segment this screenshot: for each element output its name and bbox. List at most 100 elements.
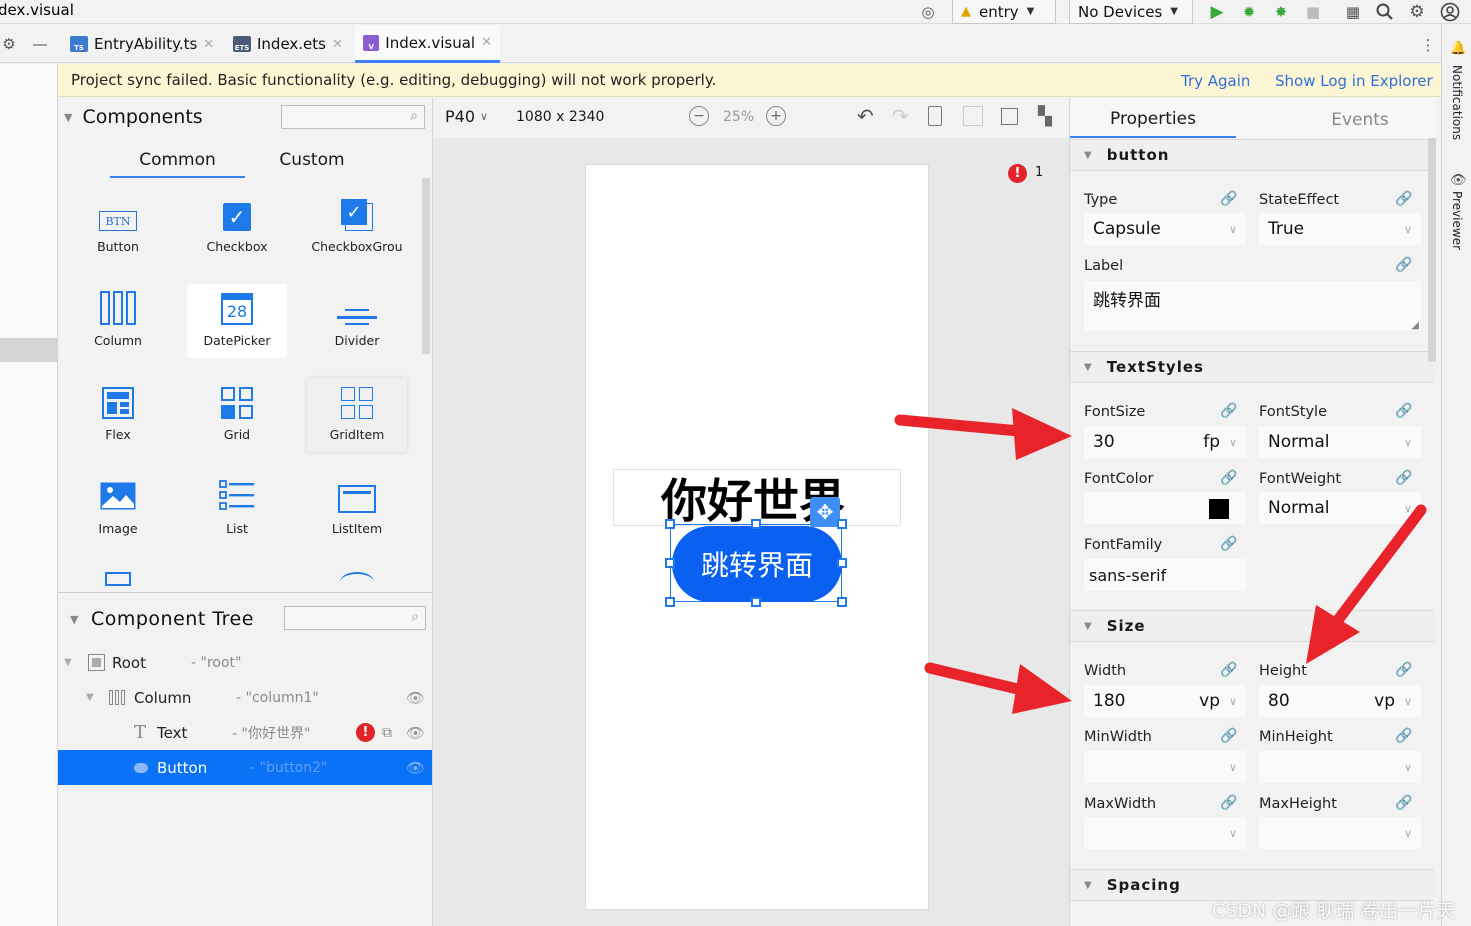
frame-icon[interactable]: [1001, 108, 1018, 125]
component-list[interactable]: List: [187, 472, 287, 546]
component-grid[interactable]: Grid: [187, 378, 287, 452]
link-icon[interactable]: 🔗: [1395, 403, 1412, 419]
button-component[interactable]: 跳转界面: [672, 526, 842, 602]
tab-common[interactable]: Common: [110, 150, 245, 178]
eye-icon[interactable]: 👁: [406, 689, 425, 707]
collapse-triangle-icon[interactable]: ▼: [64, 111, 72, 124]
component-listitem[interactable]: ListItem: [307, 472, 407, 546]
maxwidth-input[interactable]: ∨: [1084, 817, 1246, 849]
error-icon[interactable]: !: [1008, 164, 1027, 183]
tree-row-column[interactable]: ▼ Column - "column1" 👁: [58, 680, 432, 715]
resize-handle[interactable]: [837, 558, 847, 568]
more-icon[interactable]: ⋮: [1418, 33, 1438, 57]
tab-index-visual[interactable]: V Index.visual ✕: [355, 25, 500, 63]
resize-handle[interactable]: [751, 519, 761, 529]
tab-events[interactable]: Events: [1290, 102, 1430, 138]
link-icon[interactable]: 🔗: [1395, 470, 1412, 486]
gear-icon[interactable]: ⚙: [1405, 0, 1429, 24]
move-handle-icon[interactable]: ✥: [810, 497, 840, 527]
resize-handle[interactable]: [665, 597, 675, 607]
link-icon[interactable]: 🔗: [1220, 795, 1237, 811]
components-search-input[interactable]: ⌕: [281, 105, 425, 129]
minheight-input[interactable]: ∨: [1259, 751, 1421, 783]
resize-handle[interactable]: [837, 597, 847, 607]
section-button[interactable]: ▼ button: [1070, 139, 1434, 171]
redo-icon[interactable]: ↷: [892, 104, 909, 128]
run-icon[interactable]: ▶: [1205, 0, 1229, 24]
chevron-down-icon[interactable]: ∨: [1229, 436, 1237, 449]
device-select[interactable]: P40 ∨: [445, 107, 488, 126]
tree-row-text[interactable]: T Text - "你好世界" ! ⧉ 👁: [58, 715, 432, 750]
chevron-down-icon[interactable]: ∨: [1404, 695, 1412, 708]
tree-row-root[interactable]: ▼ Root - "root": [58, 645, 432, 680]
close-icon[interactable]: ✕: [203, 37, 214, 52]
module-select[interactable]: ▲ entry ▼: [952, 0, 1056, 24]
close-icon[interactable]: ✕: [332, 37, 343, 52]
gear-icon[interactable]: ⚙: [0, 33, 18, 55]
label-textarea[interactable]: 跳转界面 ◢: [1084, 281, 1421, 331]
try-again-link[interactable]: Try Again: [1181, 64, 1250, 97]
component-griditem[interactable]: GridItem: [307, 378, 407, 452]
maxheight-input[interactable]: ∨: [1259, 817, 1421, 849]
fontweight-select[interactable]: Normal ∨: [1259, 492, 1421, 524]
color-swatch[interactable]: [1209, 499, 1229, 519]
fontcolor-input[interactable]: [1084, 492, 1246, 524]
link-icon[interactable]: 🔗: [1220, 662, 1237, 678]
copy-icon[interactable]: ⧉: [382, 725, 392, 741]
stateeffect-select[interactable]: True ∨: [1259, 213, 1421, 245]
section-textstyles[interactable]: ▼ TextStyles: [1070, 351, 1434, 383]
component-column[interactable]: Column: [68, 284, 168, 358]
previewer-tab[interactable]: Previewer: [1450, 191, 1464, 250]
section-size[interactable]: ▼ Size: [1070, 610, 1434, 642]
undo-icon[interactable]: ↶: [857, 104, 874, 128]
chevron-down-icon[interactable]: ∨: [1229, 827, 1237, 840]
component-datepicker[interactable]: 28 DatePicker: [187, 284, 287, 358]
multi-device-icon[interactable]: [963, 106, 983, 126]
resize-handle[interactable]: [837, 519, 847, 529]
collapse-triangle-icon[interactable]: ▼: [70, 613, 79, 626]
component-flex[interactable]: Flex: [68, 378, 168, 452]
collapse-triangle-icon[interactable]: ▼: [64, 657, 72, 668]
components-scrollbar[interactable]: [422, 178, 430, 354]
link-icon[interactable]: 🔗: [1395, 257, 1412, 273]
properties-scrollbar[interactable]: [1428, 138, 1436, 362]
fontsize-input[interactable]: 30 fp ∨: [1084, 426, 1246, 458]
zoom-out-icon[interactable]: −: [689, 106, 709, 126]
resize-grip-icon[interactable]: ◢: [1411, 320, 1419, 331]
target-icon[interactable]: ◎: [916, 0, 940, 24]
fontfamily-input[interactable]: sans-serif: [1084, 559, 1246, 591]
fontstyle-select[interactable]: Normal ∨: [1259, 426, 1421, 458]
component-tree-header[interactable]: ▼ Component Tree: [70, 606, 254, 632]
chevron-down-icon[interactable]: ∨: [1404, 761, 1412, 774]
layout-icon[interactable]: ▚: [1038, 106, 1052, 127]
tab-custom[interactable]: Custom: [258, 150, 366, 178]
component-divider[interactable]: Divider: [307, 284, 407, 358]
chevron-down-icon[interactable]: ∨: [1229, 761, 1237, 774]
eye-icon[interactable]: 👁: [1450, 173, 1467, 188]
link-icon[interactable]: 🔗: [1395, 191, 1412, 207]
tab-entryability[interactable]: TS EntryAbility.ts ✕: [62, 25, 222, 63]
device-select[interactable]: No Devices ▼: [1069, 0, 1193, 24]
notifications-tab[interactable]: Notifications: [1450, 65, 1464, 140]
tree-row-button[interactable]: Button - "button2" 👁: [58, 750, 432, 785]
link-icon[interactable]: 🔗: [1220, 470, 1237, 486]
chevron-down-icon[interactable]: ∨: [1404, 827, 1412, 840]
eye-icon[interactable]: 👁: [406, 759, 425, 777]
tab-index-ets[interactable]: ETS Index.ets ✕: [225, 25, 351, 63]
stop-icon[interactable]: ■: [1301, 0, 1325, 24]
chevron-down-icon[interactable]: ∨: [1229, 695, 1237, 708]
link-icon[interactable]: 🔗: [1395, 662, 1412, 678]
link-icon[interactable]: 🔗: [1220, 728, 1237, 744]
components-header[interactable]: ▼ Components: [64, 104, 203, 130]
component-checkboxgroup[interactable]: ✓ CheckboxGrou: [307, 190, 407, 264]
width-input[interactable]: 180 vp ∨: [1084, 685, 1246, 717]
orientation-icon[interactable]: [928, 106, 942, 126]
search-icon[interactable]: [1373, 0, 1397, 24]
component-checkbox[interactable]: ✓ Checkbox: [187, 190, 287, 264]
zoom-in-icon[interactable]: +: [766, 106, 786, 126]
minimize-icon[interactable]: —: [30, 33, 50, 55]
show-log-link[interactable]: Show Log in Explorer: [1275, 64, 1433, 97]
link-icon[interactable]: 🔗: [1220, 191, 1237, 207]
tab-properties[interactable]: Properties: [1070, 102, 1236, 138]
link-icon[interactable]: 🔗: [1220, 536, 1237, 552]
